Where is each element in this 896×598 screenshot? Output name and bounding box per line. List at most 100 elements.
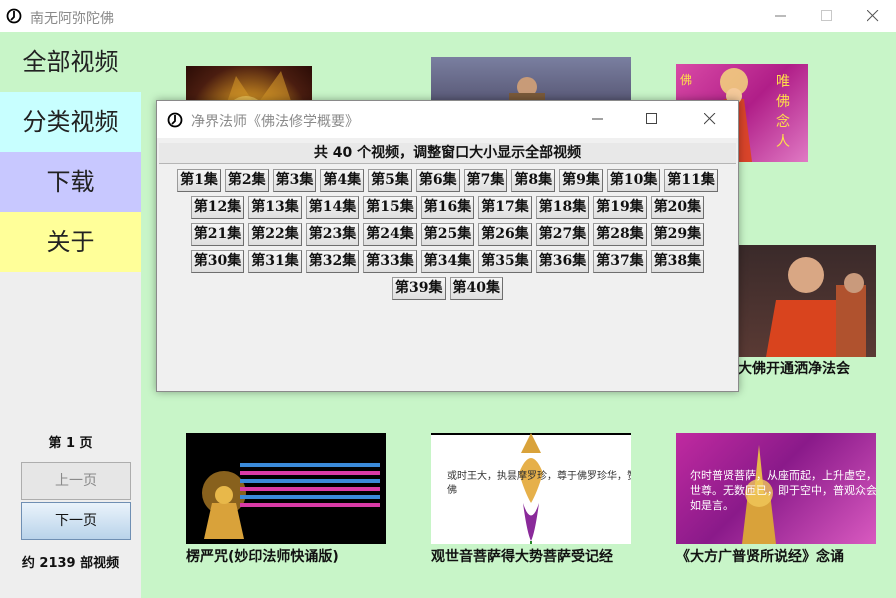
episode-button[interactable]: 第30集	[190, 250, 245, 273]
episode-row: 第12集 第13集 第14集 第15集 第16集 第17集 第18集 第19集 第20集	[159, 196, 736, 223]
episode-button[interactable]: 第17集	[478, 196, 532, 219]
dialog-maximize-button[interactable]	[629, 101, 675, 138]
episode-button[interactable]: 第1集	[177, 169, 221, 192]
episode-button[interactable]: 第22集	[248, 223, 302, 246]
video-thumbnail-7[interactable]: 尔时普贤菩萨，从座而起，上升虚空，右绕 世尊。无数匝已，即于空中，普观众会，作 …	[676, 433, 876, 544]
dialog-close-button[interactable]	[687, 101, 733, 138]
prev-page-button[interactable]: 上一页	[21, 462, 131, 500]
episode-button[interactable]: 第40集	[449, 277, 503, 300]
svg-text:佛: 佛	[776, 94, 790, 110]
maximize-button[interactable]	[804, 0, 850, 32]
svg-text:人: 人	[776, 134, 790, 150]
buddha-mantra-image	[202, 463, 380, 539]
video-title-7[interactable]: 《大方广普贤所说经》念诵	[676, 546, 844, 566]
episode-button[interactable]: 第6集	[415, 169, 460, 192]
minimize-button[interactable]	[758, 0, 804, 32]
episode-button[interactable]: 第15集	[363, 196, 417, 219]
svg-text:佛: 佛	[680, 73, 692, 87]
episode-button[interactable]: 第8集	[511, 169, 556, 192]
episode-button[interactable]: 第13集	[248, 196, 302, 219]
video-thumbnail-4[interactable]	[736, 245, 876, 357]
svg-text:念: 念	[776, 113, 790, 130]
svg-text:唯: 唯	[776, 74, 790, 90]
video-thumbnail-6[interactable]: 或时王大，执昙摩罗珍，尊于佛罗珍华，赞 佛	[431, 433, 631, 544]
svg-text:或时王大，执昙摩罗珍，尊于佛罗珍华，赞: 或时王大，执昙摩罗珍，尊于佛罗珍华，赞	[447, 469, 631, 482]
episode-button[interactable]: 第23集	[305, 223, 360, 246]
video-title-6[interactable]: 观世音菩萨得大势菩萨受记经	[431, 546, 613, 566]
episode-button[interactable]: 第20集	[650, 196, 705, 219]
next-page-button[interactable]: 下一页	[21, 502, 131, 540]
episode-button[interactable]: 第35集	[478, 250, 532, 273]
dialog-title: 净界法师《佛法修学概要》	[191, 114, 359, 130]
episode-button[interactable]: 第3集	[272, 169, 317, 192]
episode-button[interactable]: 第33集	[363, 250, 417, 273]
minimize-icon	[592, 118, 603, 120]
dialog-title-bar: 净界法师《佛法修学概要》	[157, 101, 738, 138]
video-title-5[interactable]: 楞严咒(妙印法师快诵版)	[186, 546, 339, 566]
dialog-app-icon	[167, 112, 183, 128]
dialog-minimize-button[interactable]	[575, 101, 621, 138]
episode-button[interactable]: 第24集	[363, 223, 417, 246]
close-icon	[704, 113, 716, 125]
nav-all-videos[interactable]: 全部视频	[0, 32, 141, 92]
window-title: 南无阿弥陀佛	[30, 11, 114, 27]
episode-button[interactable]: 第37集	[593, 250, 647, 273]
episode-button-grid: 第1集 第2集 第3集 第4集 第5集 第6集 第7集 第8集 第9集 第10集 第11集 第12集第…	[159, 169, 736, 304]
svg-text:佛: 佛	[447, 483, 457, 496]
close-icon	[867, 10, 879, 22]
episode-button[interactable]: 第5集	[368, 169, 412, 192]
monks-ceremony-image	[766, 257, 866, 357]
episode-count-header: 共 40 个视频，调整窗口大小显示全部视频	[159, 143, 736, 164]
maximize-icon	[646, 113, 657, 124]
episode-button[interactable]: 第21集	[190, 223, 245, 246]
episode-button[interactable]: 第18集	[535, 196, 590, 219]
episode-button[interactable]: 第2集	[224, 169, 269, 192]
episode-button[interactable]: 第32集	[305, 250, 360, 273]
stupa-sutra-image: 尔时普贤菩萨，从座而起，上升虚空，右绕 世尊。无数匝已，即于空中，普观众会，作 …	[690, 445, 876, 544]
page-number: 第 1 页	[48, 436, 93, 451]
nav-about[interactable]: 关于	[0, 212, 141, 272]
minimize-icon	[775, 15, 786, 17]
episode-button[interactable]: 第27集	[535, 223, 590, 246]
episode-row: 第39集 第40集	[159, 277, 736, 304]
main-window: 南无阿弥陀佛 全部视频 分类视频 下载 关于 第 1 页 上一页 下一页 约 2…	[0, 0, 896, 598]
episode-button[interactable]: 第25集	[420, 223, 475, 246]
episode-button[interactable]: 第39集	[392, 277, 446, 300]
episode-button[interactable]: 第11集	[664, 169, 718, 192]
episode-button[interactable]: 第36集	[535, 250, 590, 273]
episode-button[interactable]: 第16集	[420, 196, 475, 219]
close-button[interactable]	[850, 0, 896, 32]
episode-button[interactable]: 第7集	[463, 169, 508, 192]
lotus-statue-image: 或时王大，执昙摩罗珍，尊于佛罗珍华，赞 佛	[431, 433, 631, 544]
video-count: 约 2139 部视频	[21, 556, 120, 571]
app-icon	[6, 8, 22, 24]
nav-download[interactable]: 下载	[0, 152, 141, 212]
episode-button[interactable]: 第26集	[478, 223, 532, 246]
episode-button[interactable]: 第9集	[559, 169, 603, 192]
episode-button[interactable]: 第31集	[248, 250, 302, 273]
nav-category-videos[interactable]: 分类视频	[0, 92, 141, 152]
svg-text:尔时普贤菩萨，从座而起，上升虚空，右绕: 尔时普贤菩萨，从座而起，上升虚空，右绕	[690, 468, 876, 482]
episode-button[interactable]: 第4集	[320, 169, 365, 192]
episode-button[interactable]: 第19集	[593, 196, 647, 219]
video-thumbnail-2[interactable]	[431, 57, 631, 100]
episode-button[interactable]: 第29集	[650, 223, 705, 246]
episode-row: 第30集 第31集 第32集 第33集 第34集 第35集 第36集 第37集 第38集	[159, 250, 736, 277]
svg-text:世尊。无数匝已，即于空中，普观众会，作: 世尊。无数匝已，即于空中，普观众会，作	[690, 483, 876, 497]
maximize-icon	[821, 10, 832, 21]
episode-dialog: 净界法师《佛法修学概要》 共 40 个视频，调整窗口大小显示全部视频 第1集 第2…	[156, 100, 739, 392]
episode-button[interactable]: 第12集	[190, 196, 245, 219]
episode-button[interactable]: 第38集	[650, 250, 705, 273]
video-title-4[interactable]: 大佛开通洒净法会	[738, 358, 850, 378]
episode-button[interactable]: 第34集	[420, 250, 475, 273]
episode-button[interactable]: 第14集	[305, 196, 360, 219]
episode-button[interactable]: 第28集	[593, 223, 647, 246]
svg-text:如是言。: 如是言。	[690, 498, 734, 512]
episode-row: 第21集 第22集 第23集 第24集 第25集 第26集 第27集 第28集 第29集	[159, 223, 736, 250]
episode-button[interactable]: 第10集	[606, 169, 661, 192]
video-thumbnail-5[interactable]	[186, 433, 386, 544]
monk-lecture-image	[509, 77, 545, 100]
sidebar: 全部视频 分类视频 下载 关于 第 1 页 上一页 下一页 约 2139 部视频	[0, 32, 141, 598]
title-bar: 南无阿弥陀佛	[0, 0, 896, 32]
episode-row: 第1集 第2集 第3集 第4集 第5集 第6集 第7集 第8集 第9集 第10集 第11集	[159, 169, 736, 196]
